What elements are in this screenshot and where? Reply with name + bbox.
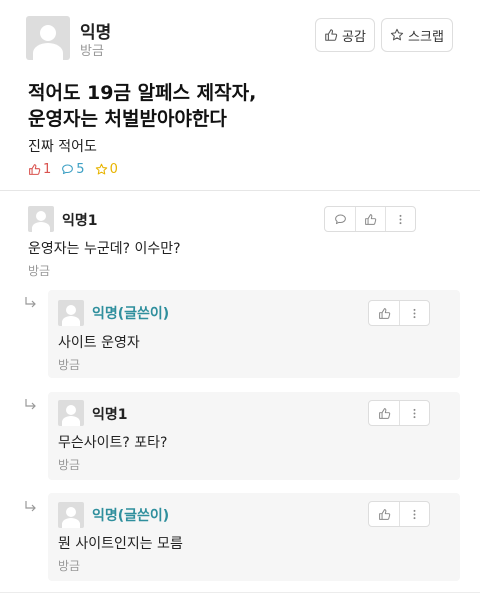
reply-avatar [58,400,84,426]
reply-arrow-icon [25,297,36,308]
reply-author: 익명(글쓴이) [92,306,170,322]
chat-bubble-icon [334,214,346,224]
thumbs-up-icon [29,164,41,175]
reply-like-button[interactable] [369,502,399,526]
scrap-label: 스크랩 [408,29,444,45]
star-icon [95,163,107,175]
comment-like-button[interactable] [355,207,385,231]
more-vertical-icon [413,308,416,318]
reply-actions [368,400,430,426]
reply-time: 방금 [58,358,81,372]
comment-text: 운영자는 누군데? 이수만? [28,241,181,257]
reply-time: 방금 [58,458,81,472]
avatar-placeholder-icon [40,25,56,41]
post-title: 적어도 19금 알페스 제작자, 운영자는 처벌받아야한다 [28,82,257,130]
post-header: 익명 방금 공감 스크랩 [24,14,456,66]
author-avatar [26,16,70,60]
reply-arrow-icon [25,399,36,410]
star-icon [390,28,404,41]
reply-avatar [58,502,84,528]
reply-author: 익명1 [92,407,128,423]
post-time: 방금 [80,44,104,59]
comment-actions [324,206,416,232]
comment-count: 5 [61,162,85,177]
thumbs-up-icon [325,29,338,41]
comment-author: 익명1 [62,213,98,229]
reply-item: 익명(글쓴이) 뭔 사이트인지는 모름 방금 [48,493,460,581]
thumbs-up-icon [378,508,390,520]
reply-text: 뭔 사이트인지는 모름 [58,536,183,552]
comment-time: 방금 [28,264,51,278]
avatar-placeholder-icon [66,507,76,517]
reply-button[interactable] [325,207,355,231]
reply-like-button[interactable] [369,401,399,425]
reply-item: 익명1 무슨사이트? 포타? 방금 [48,392,460,480]
comment-avatar [28,206,54,232]
reply-time: 방금 [58,559,81,573]
thumbs-up-icon [378,307,390,319]
thumbs-up-icon [365,213,377,225]
reply-text: 무슨사이트? 포타? [58,435,168,451]
scrap-button[interactable]: 스크랩 [381,18,453,52]
more-vertical-icon [399,214,402,224]
more-vertical-icon [413,408,416,418]
comment-item: 익명1 운영자는 누군데? 이수만? 방금 [28,200,452,280]
like-count: 1 [28,162,51,177]
avatar-placeholder-icon [66,305,76,315]
reply-actions [368,501,430,527]
thumbs-up-icon [378,407,390,419]
like-button[interactable]: 공감 [315,18,375,52]
more-options-button[interactable] [399,502,429,526]
more-options-button[interactable] [399,401,429,425]
scrap-count: 0 [95,162,118,177]
post-stats: 1 5 0 [28,162,118,177]
avatar-placeholder-icon [36,211,46,221]
like-label: 공감 [342,29,366,45]
reply-arrow-icon [25,501,36,512]
post-body: 진짜 적어도 [28,139,97,155]
avatar-placeholder-icon [66,405,76,415]
more-options-button[interactable] [399,301,429,325]
chat-bubble-icon [62,164,74,175]
reply-item: 익명(글쓴이) 사이트 운영자 방금 [48,290,460,378]
reply-actions [368,300,430,326]
more-vertical-icon [413,509,416,519]
more-options-button[interactable] [385,207,415,231]
reply-like-button[interactable] [369,301,399,325]
reply-author: 익명(글쓴이) [92,508,170,524]
bottom-divider [0,592,480,593]
post-divider [0,190,480,191]
reply-text: 사이트 운영자 [58,335,140,351]
reply-avatar [58,300,84,326]
